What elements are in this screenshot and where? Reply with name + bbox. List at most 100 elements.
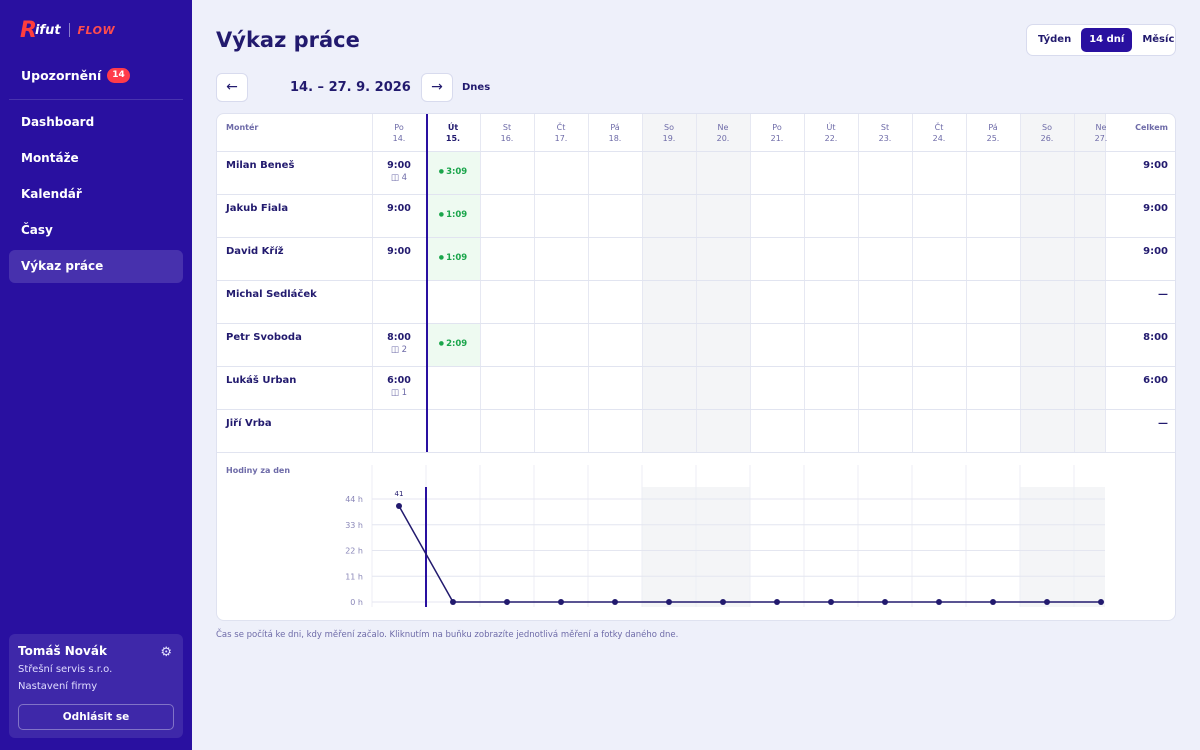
logo-divider: [68, 23, 70, 37]
day-header: Čt 17.: [534, 122, 588, 144]
sidebar-item-vykaz-prace[interactable]: Výkaz práce: [9, 250, 183, 283]
chart-data-point: [504, 599, 510, 605]
row-total: —: [1158, 418, 1168, 429]
brand-logo[interactable]: R ifut FLOW: [20, 17, 116, 43]
notifications-label: Upozornění: [21, 68, 102, 83]
photo-count-value: 4: [401, 173, 408, 183]
worker-name[interactable]: Jiří Vrba: [226, 418, 272, 429]
sidebar-item-montaze[interactable]: Montáže: [9, 142, 183, 175]
live-timer-cell[interactable]: ● 1:09: [426, 210, 480, 220]
y-tick-label: 11 h: [345, 572, 363, 581]
sidebar: R ifut FLOW Upozornění 14 Dashboard Mont…: [0, 0, 192, 750]
row-total: —: [1158, 289, 1168, 300]
live-timer-cell[interactable]: ● 1:09: [426, 253, 480, 263]
live-timer-value: 3:09: [446, 167, 468, 177]
live-dot-icon: ●: [438, 168, 447, 175]
column-divider: [858, 114, 859, 452]
day-header-weekday: Ne: [1095, 123, 1107, 132]
live-timer-value: 1:09: [446, 210, 468, 220]
day-header-date: 15.: [445, 134, 461, 143]
date-range-label: 14. – 27. 9. 2026: [290, 80, 411, 95]
prev-period-button[interactable]: ←: [216, 73, 248, 102]
live-timer-cell[interactable]: ● 2:09: [426, 339, 480, 349]
chart-data-point: [720, 599, 726, 605]
worker-name[interactable]: Lukáš Urban: [226, 375, 296, 386]
next-period-button[interactable]: →: [421, 73, 453, 102]
day-hours-cell[interactable]: 9:00: [372, 160, 426, 171]
day-hours-cell[interactable]: 9:00: [372, 246, 426, 257]
page-title: Výkaz práce: [216, 28, 360, 52]
notifications-link[interactable]: Upozornění 14: [21, 68, 130, 83]
worklog-table: Montér Celkem Po 14. Út 15. St 16. Čt 17. Pá 18. S…: [217, 114, 1175, 453]
worker-name[interactable]: Milan Beneš: [226, 160, 294, 171]
notifications-badge: 14: [107, 68, 130, 83]
worker-name[interactable]: David Kříž: [226, 246, 284, 257]
day-header-date: 19.: [662, 134, 676, 143]
live-dot-icon: ●: [438, 211, 447, 218]
day-header: Po 21.: [750, 122, 804, 144]
today-marker-line: [426, 114, 428, 452]
footnote: Čas se počítá ke dni, kdy měření začalo.…: [216, 630, 679, 640]
chart-weekend-bg: [696, 487, 750, 607]
day-hours-cell[interactable]: 8:00: [372, 332, 426, 343]
photo-count: ◫ 1: [372, 388, 426, 398]
camera-icon: ◫: [390, 173, 402, 183]
range-month-button[interactable]: Měsíc: [1134, 28, 1182, 52]
column-divider: [480, 114, 481, 452]
gear-icon[interactable]: ⚙: [160, 645, 172, 660]
chart-data-label: 41: [395, 490, 404, 498]
logo-mark: R: [20, 17, 37, 43]
worker-name[interactable]: Michal Sedláček: [226, 289, 317, 300]
column-divider: [534, 114, 535, 452]
day-header-date: 20.: [716, 134, 730, 143]
row-divider: [217, 194, 1175, 195]
column-divider: [588, 114, 589, 452]
y-tick-label: 0 h: [350, 598, 363, 607]
range-week-button[interactable]: Týden: [1030, 28, 1079, 52]
sidebar-item-kalendar[interactable]: Kalendář: [9, 178, 183, 211]
day-header-weekday: Út: [447, 123, 459, 132]
day-header-date: 25.: [986, 134, 1000, 143]
logo-flow: FLOW: [77, 23, 116, 37]
col-header-worker: Montér: [226, 123, 259, 132]
chart-data-point: [558, 599, 564, 605]
range-14days-button[interactable]: 14 dní: [1081, 28, 1133, 52]
company-settings-link[interactable]: Nastavení firmy: [18, 681, 174, 692]
row-divider: [217, 151, 1175, 152]
day-hours-cell[interactable]: 6:00: [372, 375, 426, 386]
chart-data-point: [450, 599, 456, 605]
day-header: Po 14.: [372, 122, 426, 144]
day-header-weekday: Po: [772, 123, 782, 132]
column-divider: [966, 114, 967, 452]
worker-name[interactable]: Jakub Fiala: [226, 203, 288, 214]
row-total: 8:00: [1143, 332, 1168, 343]
row-total: 9:00: [1143, 160, 1168, 171]
column-divider: [1074, 114, 1075, 452]
live-timer-value: 1:09: [446, 253, 468, 263]
day-header-date: 24.: [932, 134, 946, 143]
today-button[interactable]: Dnes: [462, 82, 490, 93]
day-header-weekday: Út: [826, 123, 836, 132]
day-header-date: 26.: [1040, 134, 1054, 143]
live-timer-cell[interactable]: ● 3:09: [426, 167, 480, 177]
logout-button[interactable]: Odhlásit se: [18, 704, 174, 730]
day-header: Čt 24.: [912, 122, 966, 144]
day-header-weekday: St: [502, 123, 512, 132]
chart-weekend-bg: [1020, 487, 1074, 607]
chart-data-point: [936, 599, 942, 605]
column-divider: [804, 114, 805, 452]
day-header-date: 18.: [608, 134, 622, 143]
worker-name[interactable]: Petr Svoboda: [226, 332, 302, 343]
day-header-weekday: So: [664, 123, 674, 132]
row-total: 9:00: [1143, 246, 1168, 257]
day-header-weekday: Čt: [556, 123, 566, 132]
column-divider: [1020, 114, 1021, 452]
sidebar-item-casy[interactable]: Časy: [9, 214, 183, 247]
column-divider: [912, 114, 913, 452]
day-hours-cell[interactable]: 9:00: [372, 203, 426, 214]
day-header: Ne 27.: [1074, 122, 1128, 144]
day-header-weekday: Po: [394, 123, 404, 132]
sidebar-item-dashboard[interactable]: Dashboard: [9, 106, 183, 139]
y-tick-label: 33 h: [345, 521, 363, 530]
day-header-date: 16.: [500, 134, 514, 143]
